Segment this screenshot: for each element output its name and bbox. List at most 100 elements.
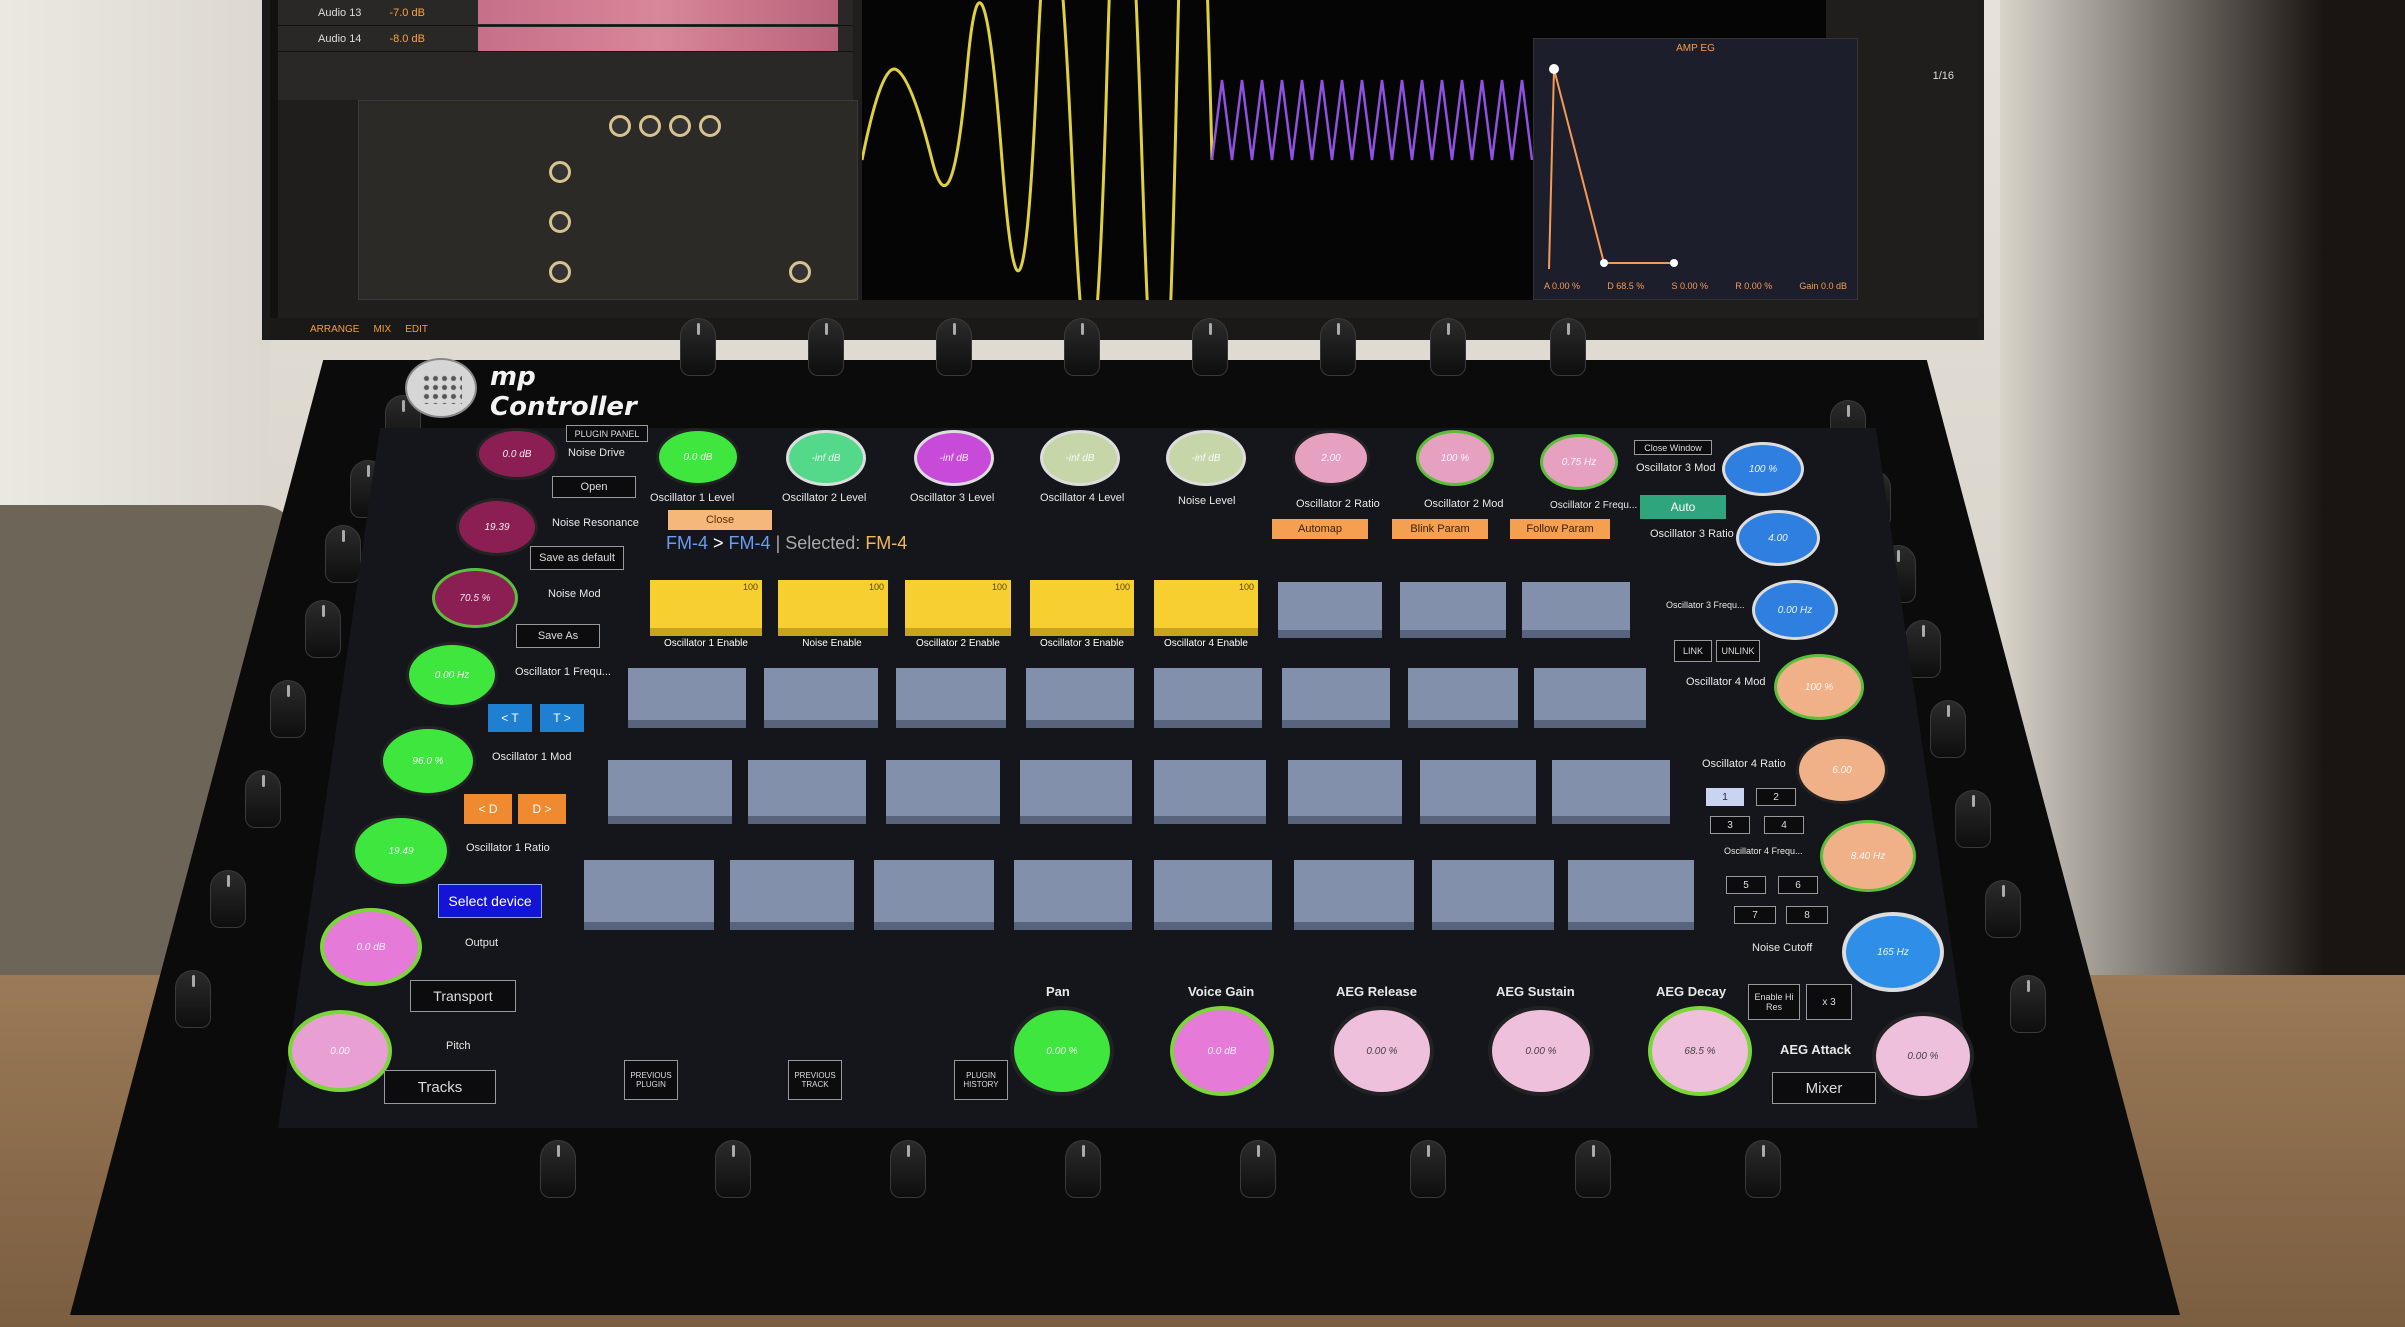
pad[interactable] xyxy=(1522,582,1630,638)
hardware-encoder[interactable] xyxy=(1410,1140,1446,1198)
knob-osc3-mod[interactable]: 100 % xyxy=(1722,442,1804,496)
knob-osc4-mod[interactable]: 100 % xyxy=(1774,654,1864,720)
device-knob[interactable] xyxy=(549,161,571,183)
pad[interactable] xyxy=(1288,760,1402,824)
link-button[interactable]: LINK xyxy=(1674,640,1712,662)
pad[interactable] xyxy=(1014,860,1132,930)
pad[interactable] xyxy=(1568,860,1694,930)
pad-noise-enable[interactable]: 100 xyxy=(778,580,888,636)
pad-osc2-enable[interactable]: 100 xyxy=(905,580,1011,636)
save-default-button[interactable]: Save as default xyxy=(530,546,624,570)
pad[interactable] xyxy=(874,860,994,930)
hardware-encoder[interactable] xyxy=(2010,975,2046,1033)
knob-osc4-ratio[interactable]: 6.00 xyxy=(1796,736,1888,804)
knob-aeg-attack[interactable]: 0.00 % xyxy=(1872,1012,1974,1100)
device-prev-button[interactable]: < D xyxy=(464,794,512,824)
hardware-encoder[interactable] xyxy=(540,1140,576,1198)
pad[interactable] xyxy=(1408,668,1518,728)
x3-button[interactable]: x 3 xyxy=(1806,984,1852,1020)
pad-osc1-enable[interactable]: 100 xyxy=(650,580,762,636)
knob-noise-drive[interactable]: 0.0 dB xyxy=(476,428,558,480)
hardware-encoder[interactable] xyxy=(245,770,281,828)
automap-button[interactable]: Automap xyxy=(1272,519,1368,539)
knob-noise-resonance[interactable]: 19.39 xyxy=(456,498,538,556)
hardware-encoder[interactable] xyxy=(715,1140,751,1198)
knob-osc2-level[interactable]: -inf dB xyxy=(786,430,866,486)
track-prev-button[interactable]: < T xyxy=(488,704,532,732)
plugin-history-button[interactable]: PLUGIN HISTORY xyxy=(954,1060,1008,1100)
device-knob[interactable] xyxy=(699,115,721,137)
eg-gain[interactable]: Gain 0.0 dB xyxy=(1799,281,1847,291)
pad[interactable] xyxy=(764,668,878,728)
page-4-button[interactable]: 4 xyxy=(1764,816,1804,834)
audio-clip[interactable] xyxy=(478,27,838,51)
hardware-encoder[interactable] xyxy=(1320,318,1356,376)
knob-pitch[interactable]: 0.00 xyxy=(288,1010,392,1092)
knob-osc2-frequency[interactable]: 0.75 Hz xyxy=(1540,434,1618,490)
pad[interactable] xyxy=(1154,668,1262,728)
hardware-encoder[interactable] xyxy=(1192,318,1228,376)
tab-edit[interactable]: EDIT xyxy=(405,324,428,335)
pad[interactable] xyxy=(1026,668,1134,728)
page-6-button[interactable]: 6 xyxy=(1778,876,1818,894)
pad[interactable] xyxy=(1020,760,1132,824)
knob-osc2-ratio[interactable]: 2.00 xyxy=(1292,430,1370,486)
hardware-encoder[interactable] xyxy=(1575,1140,1611,1198)
knob-voice-gain[interactable]: 0.0 dB xyxy=(1170,1006,1274,1096)
eg-release[interactable]: R 0.00 % xyxy=(1735,281,1772,291)
open-button[interactable]: Open xyxy=(552,476,636,498)
knob-osc1-frequency[interactable]: 0.00 Hz xyxy=(406,642,498,708)
pad[interactable] xyxy=(1154,760,1266,824)
knob-osc3-ratio[interactable]: 4.00 xyxy=(1736,510,1820,566)
hardware-encoder[interactable] xyxy=(680,318,716,376)
page-2-button[interactable]: 2 xyxy=(1756,788,1796,806)
pad[interactable] xyxy=(608,760,732,824)
previous-plugin-button[interactable]: PREVIOUS PLUGIN xyxy=(624,1060,678,1100)
hardware-encoder[interactable] xyxy=(210,870,246,928)
track-volume[interactable]: -7.0 dB xyxy=(389,7,424,19)
hardware-encoder[interactable] xyxy=(1064,318,1100,376)
knob-osc3-frequency[interactable]: 0.00 Hz xyxy=(1752,580,1838,640)
follow-param-button[interactable]: Follow Param xyxy=(1510,519,1610,539)
envelope-graph[interactable] xyxy=(1534,39,1859,301)
hardware-encoder[interactable] xyxy=(1985,880,2021,938)
page-1-button[interactable]: 1 xyxy=(1706,788,1744,806)
hardware-encoder[interactable] xyxy=(1065,1140,1101,1198)
device-knob[interactable] xyxy=(549,261,571,283)
knob-aeg-decay[interactable]: 68.5 % xyxy=(1648,1006,1752,1096)
page-3-button[interactable]: 3 xyxy=(1710,816,1750,834)
hardware-encoder[interactable] xyxy=(890,1140,926,1198)
track-next-button[interactable]: T > xyxy=(540,704,584,732)
tab-mix[interactable]: MIX xyxy=(373,324,391,335)
previous-track-button[interactable]: PREVIOUS TRACK xyxy=(788,1060,842,1100)
close-button[interactable]: Close xyxy=(668,510,772,530)
pad[interactable] xyxy=(1420,760,1536,824)
track-volume[interactable]: -8.0 dB xyxy=(389,33,424,45)
device-knob[interactable] xyxy=(639,115,661,137)
knob-noise-cutoff[interactable]: 165 Hz xyxy=(1842,912,1944,992)
eg-attack[interactable]: A 0.00 % xyxy=(1544,281,1580,291)
hardware-encoder[interactable] xyxy=(305,600,341,658)
unlink-button[interactable]: UNLINK xyxy=(1716,640,1760,662)
pad[interactable] xyxy=(1278,582,1382,638)
pad-osc4-enable[interactable]: 100 xyxy=(1154,580,1258,636)
knob-aeg-release[interactable]: 0.00 % xyxy=(1330,1006,1434,1096)
eg-sustain[interactable]: S 0.00 % xyxy=(1671,281,1708,291)
hardware-encoder[interactable] xyxy=(936,318,972,376)
auto-button[interactable]: Auto xyxy=(1640,495,1726,519)
mixer-button[interactable]: Mixer xyxy=(1772,1072,1876,1104)
pad[interactable] xyxy=(1154,860,1272,930)
page-7-button[interactable]: 7 xyxy=(1734,906,1776,924)
device-knob[interactable] xyxy=(609,115,631,137)
knob-aeg-sustain[interactable]: 0.00 % xyxy=(1488,1006,1594,1096)
knob-osc1-mod[interactable]: 96.0 % xyxy=(380,726,476,796)
breadcrumb-device[interactable]: FM-4 xyxy=(666,533,708,553)
audio-clip[interactable] xyxy=(478,0,838,24)
device-knob[interactable] xyxy=(669,115,691,137)
hardware-encoder[interactable] xyxy=(1745,1140,1781,1198)
knob-osc3-level[interactable]: -inf dB xyxy=(914,430,994,486)
transport-button[interactable]: Transport xyxy=(410,980,516,1012)
hardware-encoder[interactable] xyxy=(1550,318,1586,376)
pad[interactable] xyxy=(886,760,1000,824)
knob-osc1-ratio[interactable]: 19.49 xyxy=(352,815,450,887)
